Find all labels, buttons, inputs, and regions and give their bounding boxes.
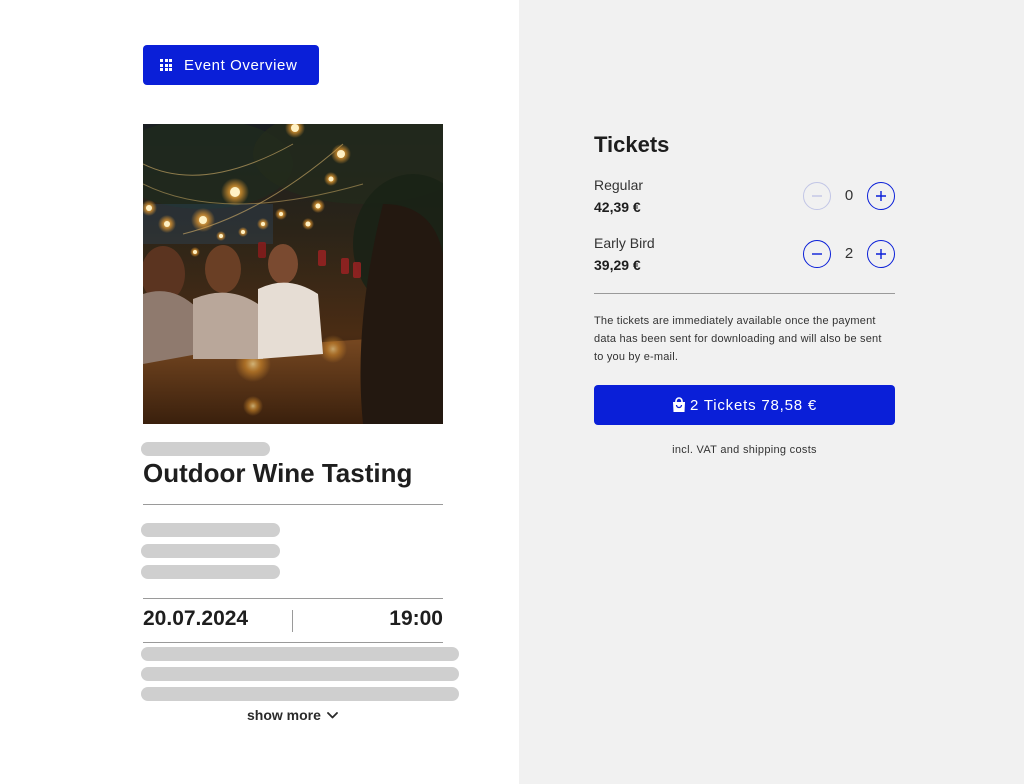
chevron-down-icon [327,711,338,718]
ticket-type-name: Regular [594,177,644,193]
event-title: Outdoor Wine Tasting [143,458,413,488]
tickets-heading: Tickets [594,132,670,157]
tickets-info-text: The tickets are immediately available on… [594,315,882,363]
description-placeholder-line [141,523,280,537]
show-more-label: show more [247,707,321,723]
event-overview-label: Event Overview [184,56,298,74]
ticket-type-price: 42,39 € [594,199,641,215]
regular-increment-button[interactable] [867,182,895,210]
show-more-link[interactable]: show more [247,707,338,723]
early-bird-quantity: 2 [844,245,854,262]
minus-icon [812,253,822,255]
details-placeholder-line [141,647,459,661]
subtitle-placeholder [141,442,270,456]
details-placeholder-line [141,667,459,681]
description-placeholder-line [141,565,280,579]
shopping-bag-icon [672,397,685,412]
early-bird-increment-button[interactable] [867,240,895,268]
details-placeholder-line [141,687,459,701]
buy-tickets-label: 2 Tickets 78,58 € [689,396,817,414]
early-bird-decrement-button[interactable] [803,240,831,268]
description-placeholder-line [141,544,280,558]
event-date: 20.07.2024 [143,607,249,630]
date-top-divider [143,598,443,599]
plus-icon [876,249,886,259]
date-time-separator [292,610,293,632]
minus-icon [812,195,822,197]
title-divider [143,504,443,505]
event-time: 19:00 [389,607,443,630]
buy-tickets-button[interactable]: 2 Tickets 78,58 € [594,385,895,425]
event-overview-button[interactable]: Event Overview [143,45,319,85]
regular-quantity: 0 [844,187,854,204]
tickets-divider [594,293,895,294]
date-bottom-divider [143,642,443,643]
ticket-type-price: 39,29 € [594,257,641,273]
event-image [143,124,443,424]
regular-decrement-button[interactable] [803,182,831,210]
plus-icon [876,191,886,201]
grid-icon [160,59,172,71]
ticket-type-name: Early Bird [594,235,655,251]
vat-note: incl. VAT and shipping costs [672,444,817,456]
